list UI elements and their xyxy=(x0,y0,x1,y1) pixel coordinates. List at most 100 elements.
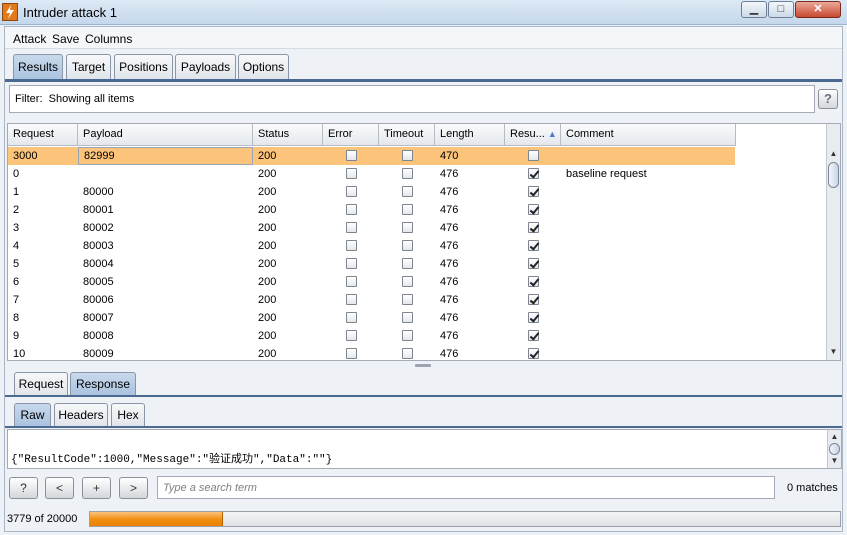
cell-request: 9 xyxy=(13,330,20,342)
sort-ascending-icon: ▲ xyxy=(547,129,557,139)
cell-comment xyxy=(561,201,736,219)
cell-status: 200 xyxy=(258,258,277,270)
scroll-down-icon[interactable]: ▼ xyxy=(827,346,840,358)
checkbox-checked xyxy=(528,222,539,233)
minimize-button[interactable]: ▁ xyxy=(741,1,767,18)
menu-save[interactable]: Save xyxy=(52,32,79,46)
table-row[interactable]: 5 80004 200 476 xyxy=(8,255,735,273)
response-scroll-down-icon[interactable]: ▼ xyxy=(828,455,841,467)
scroll-thumb[interactable] xyxy=(828,162,839,188)
table-row[interactable]: 3 80002 200 476 xyxy=(8,219,735,237)
checkbox-unchecked xyxy=(346,294,357,305)
cell-timeout xyxy=(379,273,435,291)
cell-length: 470 xyxy=(440,150,459,162)
cell-result xyxy=(505,237,561,255)
scroll-up-icon[interactable]: ▲ xyxy=(827,148,840,160)
search-add-button[interactable]: + xyxy=(82,477,111,499)
filter-bar[interactable]: Filter: Showing all items xyxy=(9,85,815,113)
column-header-request[interactable]: Request xyxy=(8,124,78,146)
table-row[interactable]: 7 80006 200 476 xyxy=(8,291,735,309)
cell-error xyxy=(323,201,379,219)
response-scroll-thumb[interactable] xyxy=(829,443,840,455)
table-row[interactable]: 6 80005 200 476 xyxy=(8,273,735,291)
tab-hex[interactable]: Hex xyxy=(111,403,145,427)
search-help-button[interactable]: ? xyxy=(9,477,38,499)
cell-length: 476 xyxy=(440,240,459,252)
cell-result xyxy=(505,291,561,309)
cell-error xyxy=(323,183,379,201)
tab-payloads[interactable]: Payloads xyxy=(175,54,236,80)
checkbox-unchecked xyxy=(402,348,413,359)
cell-request: 1 xyxy=(13,186,20,198)
attack-window: Attack Save Columns Results Target Posit… xyxy=(4,26,843,532)
cell-timeout xyxy=(379,219,435,237)
column-header-comment[interactable]: Comment xyxy=(561,124,736,146)
tab-response[interactable]: Response xyxy=(70,372,136,396)
table-row[interactable]: 2 80001 200 476 xyxy=(8,201,735,219)
table-row[interactable]: 4 80003 200 476 xyxy=(8,237,735,255)
tab-options[interactable]: Options xyxy=(238,54,289,80)
table-row[interactable]: 0 200 476 baseline request xyxy=(8,165,735,183)
cell-result xyxy=(505,309,561,327)
checkbox-unchecked xyxy=(346,312,357,323)
cell-status: 200 xyxy=(258,222,277,234)
column-header-error[interactable]: Error xyxy=(323,124,379,146)
search-input[interactable] xyxy=(157,476,775,499)
checkbox-unchecked xyxy=(402,312,413,323)
pane-splitter[interactable] xyxy=(415,364,431,367)
checkbox-unchecked xyxy=(402,186,413,197)
cell-error xyxy=(323,147,379,165)
cell-result xyxy=(505,219,561,237)
tab-results[interactable]: Results xyxy=(13,54,63,80)
tab-target[interactable]: Target xyxy=(66,54,111,80)
table-row[interactable]: 3000 82999 200 470 xyxy=(8,147,735,165)
checkbox-unchecked xyxy=(402,150,413,161)
column-header-timeout[interactable]: Timeout xyxy=(379,124,435,146)
table-row[interactable]: 9 80008 200 476 xyxy=(8,327,735,345)
checkbox-unchecked xyxy=(346,168,357,179)
tab-positions[interactable]: Positions xyxy=(114,54,173,80)
maximize-button[interactable]: □ xyxy=(768,1,794,18)
cell-timeout xyxy=(379,201,435,219)
column-header-length[interactable]: Length xyxy=(435,124,505,146)
checkbox-unchecked xyxy=(346,204,357,215)
cell-request: 0 xyxy=(13,168,20,180)
cell-payload xyxy=(78,165,253,183)
cell-status: 200 xyxy=(258,186,277,198)
menu-columns[interactable]: Columns xyxy=(85,32,132,46)
cell-error xyxy=(323,291,379,309)
checkbox-unchecked xyxy=(346,348,357,359)
table-row[interactable]: 1 80000 200 476 xyxy=(8,183,735,201)
cell-error xyxy=(323,309,379,327)
response-scroll-up-icon[interactable]: ▲ xyxy=(828,431,841,443)
menu-attack[interactable]: Attack xyxy=(13,32,46,46)
tab-request[interactable]: Request xyxy=(14,372,68,396)
cell-status: 200 xyxy=(258,204,277,216)
checkbox-unchecked xyxy=(346,330,357,341)
filter-help-button[interactable]: ? xyxy=(818,89,838,109)
column-header-payload[interactable]: Payload xyxy=(78,124,253,146)
checkbox-unchecked xyxy=(402,204,413,215)
response-viewer[interactable]: {"ResultCode":1000,"Message":"验证成功","Dat… xyxy=(7,429,842,469)
table-row[interactable]: 10 80009 200 476 xyxy=(8,345,735,360)
column-header-result[interactable]: Resu... ▲ xyxy=(505,124,561,146)
search-previous-button[interactable]: < xyxy=(45,477,74,499)
cell-request: 7 xyxy=(13,294,20,306)
cell-status: 200 xyxy=(258,312,277,324)
checkbox-checked xyxy=(528,258,539,269)
tab-headers[interactable]: Headers xyxy=(54,403,108,427)
checkbox-checked xyxy=(528,294,539,305)
checkbox-unchecked xyxy=(346,222,357,233)
response-scrollbar[interactable]: ▲ ▼ xyxy=(827,430,841,468)
cell-timeout xyxy=(379,255,435,273)
checkbox-checked xyxy=(528,330,539,341)
column-header-status[interactable]: Status xyxy=(253,124,323,146)
tab-raw[interactable]: Raw xyxy=(14,403,51,427)
table-row[interactable]: 8 80007 200 476 xyxy=(8,309,735,327)
window-title: Intruder attack 1 xyxy=(23,5,117,20)
close-button[interactable]: ✕ xyxy=(795,1,841,18)
cell-error xyxy=(323,255,379,273)
table-scrollbar[interactable]: ▲ ▼ xyxy=(826,124,840,360)
search-next-button[interactable]: > xyxy=(119,477,148,499)
checkbox-unchecked xyxy=(528,150,539,161)
